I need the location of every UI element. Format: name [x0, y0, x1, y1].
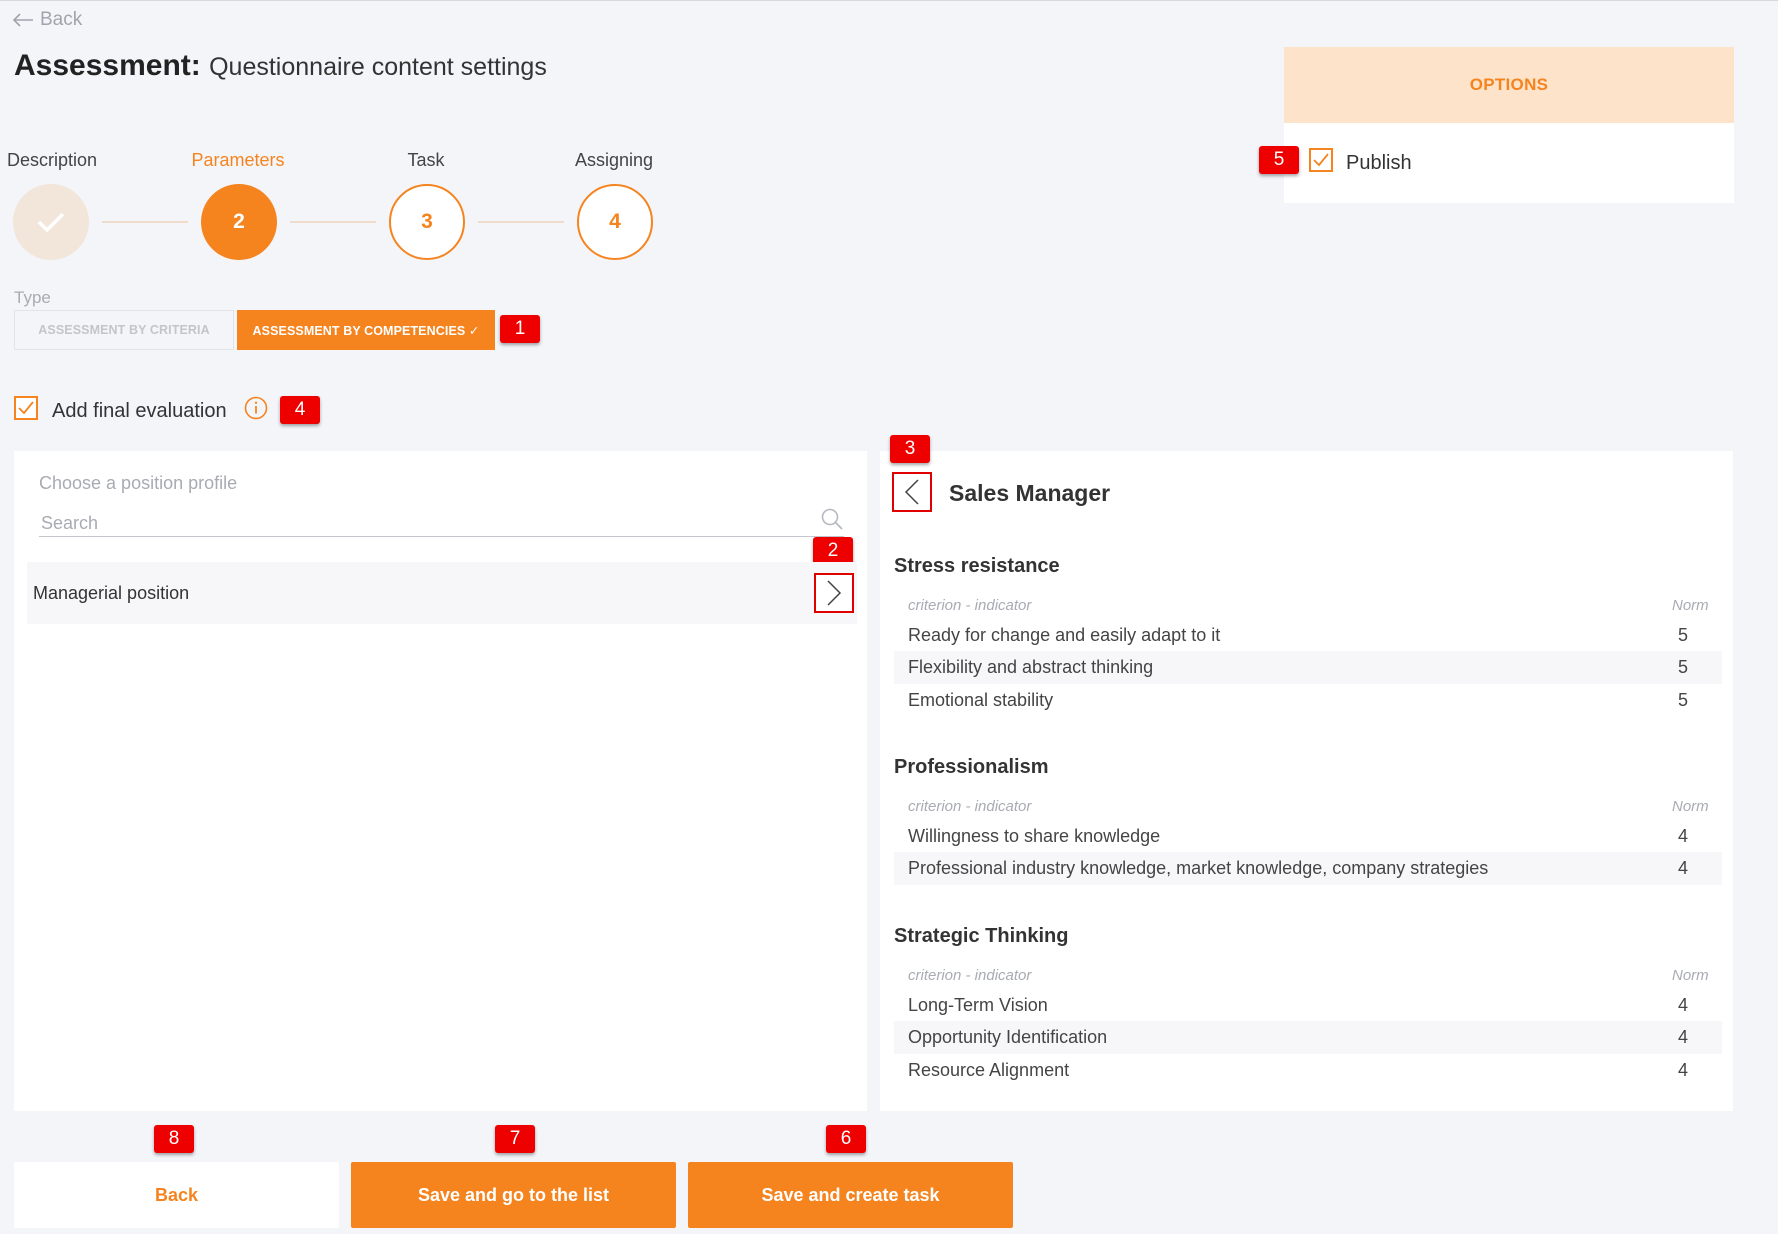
criterion-name: Emotional stability	[908, 690, 1054, 710]
annotation-badge-1: 1	[500, 315, 540, 343]
column-header-criterion: criterion - indicator	[908, 967, 1032, 984]
step-connector	[478, 221, 564, 223]
publish-label: Publish	[1346, 152, 1412, 174]
column-header-norm: Norm	[1672, 967, 1709, 984]
annotation-badge-3: 3	[890, 435, 930, 463]
column-header-criterion: criterion - indicator	[908, 597, 1032, 614]
annotation-badge-7: 7	[495, 1125, 535, 1153]
table-row: Ready for change and easily adapt to it …	[894, 619, 1722, 652]
annotation-badge-5: 5	[1259, 146, 1299, 174]
info-icon[interactable]	[244, 396, 268, 420]
page-title: Assessment: Questionnaire content settin…	[14, 49, 547, 83]
criterion-norm: 5	[1678, 657, 1689, 677]
table-row: Professional industry knowledge, market …	[894, 852, 1722, 885]
step-label-description: Description	[6, 150, 98, 170]
position-picker-panel	[14, 451, 867, 1111]
search-input[interactable]	[39, 511, 844, 537]
table-row: Long-Term Vision 4	[894, 989, 1722, 1022]
criterion-name: Willingness to share knowledge	[908, 826, 1161, 846]
step-circle-description[interactable]	[13, 184, 89, 260]
criterion-norm: 4	[1678, 1060, 1689, 1080]
annotation-badge-2: 2	[813, 537, 853, 565]
step-label-parameters: Parameters	[191, 150, 285, 170]
check-icon	[1313, 153, 1329, 167]
search-icon[interactable]	[820, 507, 844, 531]
top-back-label: Back	[40, 9, 83, 30]
criterion-name: Ready for change and easily adapt to it	[908, 625, 1221, 645]
column-header-norm: Norm	[1672, 798, 1709, 815]
criterion-norm: 4	[1678, 826, 1689, 846]
criterion-name: Opportunity Identification	[908, 1027, 1108, 1047]
final-evaluation-checkbox[interactable]	[14, 396, 38, 420]
step-circle-assigning[interactable]: 4	[577, 184, 653, 260]
chevron-left-icon	[904, 479, 919, 505]
annotation-badge-6: 6	[826, 1125, 866, 1153]
table-row: Resource Alignment 4	[894, 1054, 1722, 1087]
table-row: Opportunity Identification 4	[894, 1021, 1722, 1054]
criterion-name: Long-Term Vision	[908, 995, 1048, 1015]
annotation-badge-8: 8	[154, 1125, 194, 1153]
criterion-norm: 4	[1678, 1027, 1689, 1047]
options-header: OPTIONS	[1284, 47, 1734, 123]
criterion-norm: 5	[1678, 625, 1689, 645]
step-connector	[290, 221, 376, 223]
list-item[interactable]: Managerial position	[27, 562, 857, 624]
criterion-norm: 4	[1678, 995, 1689, 1015]
final-evaluation-label: Add final evaluation	[52, 400, 227, 422]
section-title: Strategic Thinking	[894, 925, 1069, 947]
chevron-right-icon	[827, 580, 842, 606]
criterion-name: Flexibility and abstract thinking	[908, 657, 1154, 677]
annotation-badge-4: 4	[280, 396, 320, 424]
section-title: Stress resistance	[894, 555, 1060, 577]
position-picker-label: Choose a position profile	[39, 473, 238, 493]
column-header-norm: Norm	[1672, 597, 1709, 614]
criterion-name: Professional industry knowledge, market …	[908, 858, 1489, 878]
step-circle-task[interactable]: 3	[389, 184, 465, 260]
page-title-subtitle: Questionnaire content settings	[209, 53, 547, 81]
criterion-norm: 4	[1678, 858, 1689, 878]
column-header-criterion: criterion - indicator	[908, 798, 1032, 815]
page-title-bold: Assessment:	[14, 49, 201, 82]
profile-back-button[interactable]	[892, 472, 932, 512]
save-and-go-to-list-button[interactable]: Save and go to the list	[351, 1162, 676, 1228]
criterion-norm: 5	[1678, 690, 1689, 710]
save-and-create-task-button[interactable]: Save and create task	[688, 1162, 1013, 1228]
section-title: Professionalism	[894, 756, 1049, 778]
position-item-label: Managerial position	[33, 582, 190, 603]
criterion-name: Resource Alignment	[908, 1060, 1070, 1080]
type-competencies-button[interactable]: ASSESSMENT BY COMPETENCIES ✓	[237, 310, 495, 350]
table-row: Willingness to share knowledge 4	[894, 820, 1722, 853]
publish-checkbox[interactable]	[1309, 148, 1333, 172]
step-label-assigning: Assigning	[574, 150, 654, 170]
step-connector	[102, 221, 188, 223]
check-icon	[37, 212, 65, 233]
step-label-task: Task	[407, 150, 445, 170]
table-row: Emotional stability 5	[894, 684, 1722, 717]
top-back-link[interactable]: Back	[12, 9, 82, 31]
arrow-left-icon	[12, 13, 33, 27]
back-button[interactable]: Back	[14, 1162, 339, 1228]
step-circle-parameters[interactable]: 2	[201, 184, 277, 260]
profile-title: Sales Manager	[949, 480, 1111, 506]
type-criteria-button[interactable]: ASSESSMENT BY CRITERIA	[14, 310, 234, 350]
type-label: Type	[14, 288, 51, 307]
table-row: Flexibility and abstract thinking 5	[894, 651, 1722, 684]
check-icon	[18, 401, 34, 415]
open-position-button[interactable]	[814, 573, 854, 613]
